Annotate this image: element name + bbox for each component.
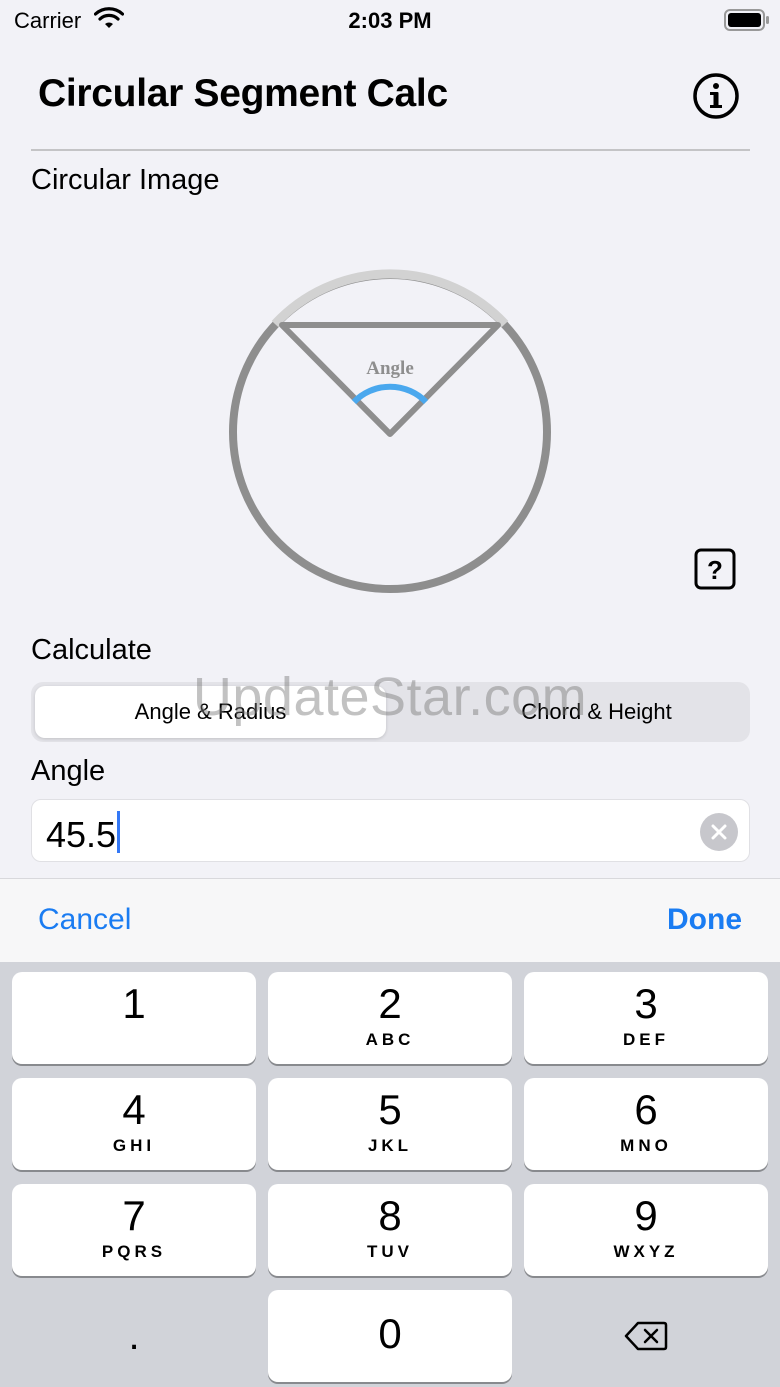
circular-image-label: Circular Image [31, 164, 220, 196]
key-letters: DEF [623, 1030, 669, 1049]
key-digit: 8 [378, 1192, 402, 1239]
key-letters: TUV [367, 1242, 413, 1261]
text-caret [117, 811, 121, 853]
key-digit: 0 [378, 1310, 402, 1357]
battery-icon [724, 9, 769, 31]
key-6[interactable]: 6 MNO [524, 1078, 768, 1170]
clock: 2:03 PM [348, 8, 432, 33]
header-divider [31, 149, 750, 151]
delete-backspace-icon[interactable] [524, 1290, 768, 1382]
keyboard-toolbar: Cancel Done [0, 878, 780, 962]
angle-arc [351, 383, 429, 405]
key-4[interactable]: 4 GHI [12, 1078, 256, 1170]
svg-text:?: ? [707, 555, 723, 585]
key-letters: JKL [367, 1136, 413, 1155]
key-2[interactable]: 2 ABC [268, 972, 512, 1064]
key-7[interactable]: 7 PQRS [12, 1184, 256, 1276]
cancel-button[interactable]: Cancel [38, 903, 131, 937]
circular-segment-diagram: Angle [229, 269, 551, 593]
key-digit: 5 [378, 1086, 402, 1133]
status-bar: Carrier 2:03 PM [0, 0, 780, 40]
info-icon[interactable] [692, 72, 740, 120]
calculate-label: Calculate [31, 634, 152, 666]
key-letters: PQRS [101, 1242, 167, 1261]
numeric-keypad: 1 2 ABC 3 DEF 4 GHI 5 JKL 6 MNO 7 PQRS 8… [0, 962, 780, 1387]
key-digit: 4 [122, 1086, 146, 1133]
diagram-angle-label: Angle [366, 358, 414, 379]
clear-icon[interactable] [700, 813, 738, 851]
key-digit: 9 [634, 1192, 658, 1239]
key-digit: 7 [122, 1192, 146, 1239]
key-9[interactable]: 9 WXYZ [524, 1184, 768, 1276]
key-digit: 6 [634, 1086, 658, 1133]
angle-input-value: 45.5 [46, 811, 121, 856]
key-letters: GHI [112, 1136, 156, 1155]
key-1[interactable]: 1 [12, 972, 256, 1064]
key-5[interactable]: 5 JKL [268, 1078, 512, 1170]
key-0[interactable]: 0 [268, 1290, 512, 1382]
key-digit: 1 [122, 980, 146, 1027]
key-letters: ABC [365, 1030, 415, 1049]
key-letters: MNO [620, 1136, 672, 1155]
angle-input[interactable]: 45.5 [31, 799, 750, 862]
done-button[interactable]: Done [667, 903, 742, 937]
segment-arc [271, 269, 509, 328]
watermark: UpdateStar.com [192, 667, 588, 727]
key-digit: 2 [378, 980, 402, 1027]
key-decimal[interactable]: . [12, 1290, 256, 1382]
key-digit: 3 [634, 980, 658, 1027]
page-title: Circular Segment Calc [38, 72, 448, 115]
key-8[interactable]: 8 TUV [268, 1184, 512, 1276]
key-3[interactable]: 3 DEF [524, 972, 768, 1064]
question-mark-icon[interactable]: ? [694, 548, 736, 590]
chord-triangle [279, 322, 501, 437]
key-letters: WXYZ [613, 1242, 679, 1261]
angle-label: Angle [31, 755, 106, 787]
